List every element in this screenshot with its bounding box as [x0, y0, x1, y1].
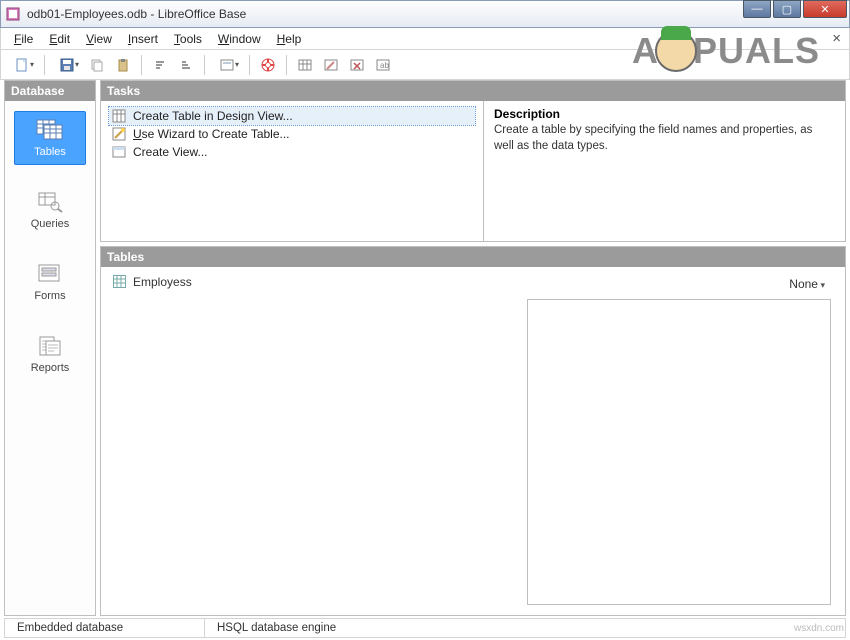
- table-button[interactable]: [294, 54, 316, 76]
- table-icon: [113, 275, 127, 289]
- menu-edit[interactable]: Edit: [42, 30, 77, 48]
- status-cell-db-type: Embedded database: [5, 619, 205, 637]
- sidebar-item-forms[interactable]: Forms: [14, 255, 86, 309]
- task-create-view[interactable]: Create View...: [109, 143, 475, 161]
- reports-icon: [35, 334, 65, 358]
- design-view-icon: [111, 108, 127, 124]
- toolbar-separator: [204, 55, 205, 75]
- delete-table-button[interactable]: [346, 54, 368, 76]
- form-button[interactable]: [212, 54, 242, 76]
- tables-body: Employess None: [101, 267, 845, 615]
- tasks-body: Create Table in Design View... Use Wizar…: [101, 101, 845, 241]
- tables-list: Employess: [101, 267, 527, 615]
- task-label: Create View...: [133, 145, 207, 159]
- task-label: Use Wizard to Create Table...: [133, 127, 290, 141]
- sort-desc-button[interactable]: [175, 54, 197, 76]
- sidebar-item-label: Reports: [31, 362, 70, 374]
- paste-button[interactable]: [112, 54, 134, 76]
- sidebar-item-tables[interactable]: Tables: [14, 111, 86, 165]
- toolbar-separator: [286, 55, 287, 75]
- description-text: Create a table by specifying the field n…: [494, 123, 835, 154]
- view-icon: [111, 144, 127, 160]
- workspace: Database Tables Queries Forms Reports Ta…: [4, 80, 846, 616]
- statusbar: Embedded database HSQL database engine: [4, 618, 846, 638]
- tasks-header: Tasks: [101, 81, 845, 101]
- preview-pane: [527, 299, 831, 605]
- new-button[interactable]: [7, 54, 37, 76]
- description-pane: Description Create a table by specifying…: [483, 101, 845, 241]
- toolbar: ab: [0, 50, 850, 80]
- edit-table-button[interactable]: [320, 54, 342, 76]
- titlebar: odb01-Employees.odb - LibreOffice Base —…: [0, 0, 850, 28]
- document-close-icon[interactable]: ×: [832, 30, 841, 47]
- menu-file[interactable]: File: [7, 30, 40, 48]
- sidebar-body: Tables Queries Forms Reports: [5, 101, 95, 615]
- sidebar-header: Database: [5, 81, 95, 101]
- sort-asc-button[interactable]: [149, 54, 171, 76]
- save-button[interactable]: [52, 54, 82, 76]
- menu-tools[interactable]: Tools: [167, 30, 209, 48]
- sidebar-item-label: Forms: [34, 290, 65, 302]
- close-button[interactable]: ✕: [803, 0, 847, 18]
- sidebar-item-label: Tables: [34, 146, 66, 158]
- menubar: File Edit View Insert Tools Window Help …: [0, 28, 850, 50]
- main-column: Tasks Create Table in Design View... Use…: [100, 80, 846, 616]
- window-title: odb01-Employees.odb - LibreOffice Base: [27, 7, 845, 21]
- sidebar: Database Tables Queries Forms Reports: [4, 80, 96, 616]
- task-create-table-design[interactable]: Create Table in Design View...: [109, 107, 475, 125]
- toolbar-separator: [141, 55, 142, 75]
- credit-text: wsxdn.com: [794, 623, 844, 634]
- toolbar-separator: [249, 55, 250, 75]
- toolbar-separator: [44, 55, 45, 75]
- table-row[interactable]: Employess: [113, 275, 515, 289]
- minimize-button[interactable]: —: [743, 0, 771, 18]
- queries-icon: [35, 190, 65, 214]
- menu-insert[interactable]: Insert: [121, 30, 165, 48]
- menu-window[interactable]: Window: [211, 30, 268, 48]
- forms-icon: [35, 262, 65, 286]
- maximize-button[interactable]: ▢: [773, 0, 801, 18]
- task-label: Create Table in Design View...: [133, 109, 293, 123]
- description-title: Description: [494, 107, 835, 121]
- help-button[interactable]: [257, 54, 279, 76]
- preview-block: None: [527, 267, 845, 615]
- copy-button[interactable]: [86, 54, 108, 76]
- tasks-panel: Tasks Create Table in Design View... Use…: [100, 80, 846, 242]
- svg-text:ab: ab: [380, 61, 389, 70]
- tasks-list: Create Table in Design View... Use Wizar…: [101, 101, 483, 241]
- wizard-icon: [111, 126, 127, 142]
- rename-button[interactable]: ab: [372, 54, 394, 76]
- sidebar-item-reports[interactable]: Reports: [14, 327, 86, 381]
- view-mode-selector[interactable]: None: [527, 273, 835, 299]
- menu-help[interactable]: Help: [270, 30, 309, 48]
- tables-icon: [35, 118, 65, 142]
- tables-panel: Tables Employess None: [100, 246, 846, 616]
- task-use-wizard[interactable]: Use Wizard to Create Table...: [109, 125, 475, 143]
- sidebar-item-label: Queries: [31, 218, 70, 230]
- status-cell-engine: HSQL database engine: [205, 619, 845, 637]
- table-name: Employess: [133, 275, 192, 289]
- menu-view[interactable]: View: [79, 30, 119, 48]
- tables-header: Tables: [101, 247, 845, 267]
- app-icon: [5, 6, 21, 22]
- sidebar-item-queries[interactable]: Queries: [14, 183, 86, 237]
- window-controls: — ▢ ✕: [743, 0, 847, 18]
